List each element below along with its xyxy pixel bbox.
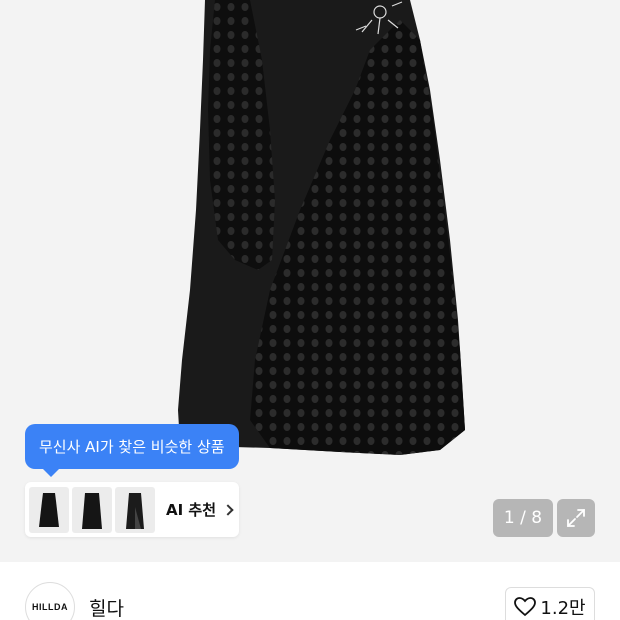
ai-recommend-strip[interactable]: AI 추천: [25, 482, 239, 537]
brand-logo-text: HILLDA: [32, 602, 68, 612]
expand-icon: [567, 509, 585, 527]
product-image: [178, 0, 465, 455]
ai-similar-tooltip: 무신사 AI가 찾은 비슷한 상품: [25, 424, 239, 477]
brand-logo[interactable]: HILLDA: [25, 582, 75, 620]
slip-skirt-thumbnail-image: [126, 492, 144, 529]
brand-name[interactable]: 힐다: [89, 594, 124, 620]
image-pager: 1 / 8: [493, 499, 553, 537]
similar-item-thumbnail[interactable]: [115, 486, 155, 533]
chevron-right-icon: [222, 503, 234, 516]
expand-button[interactable]: [557, 499, 595, 537]
ai-tooltip-text: 무신사 AI가 찾은 비슷한 상품: [39, 438, 225, 456]
ai-recommend-label: AI 추천: [166, 501, 217, 519]
pager-text: 1 / 8: [503, 508, 543, 528]
similar-item-thumbnail[interactable]: [29, 486, 69, 533]
like-button[interactable]: 1.2만: [505, 587, 595, 620]
top-thumbnail-image: [39, 492, 59, 527]
similar-item-thumbnail[interactable]: [72, 486, 112, 533]
like-count: 1.2만: [540, 598, 586, 619]
skirt-thumbnail-image: [82, 492, 102, 529]
product-image-carousel[interactable]: 무신사 AI가 찾은 비슷한 상품 AI 추천 1 / 8: [0, 0, 620, 562]
heart-icon: [514, 597, 537, 617]
